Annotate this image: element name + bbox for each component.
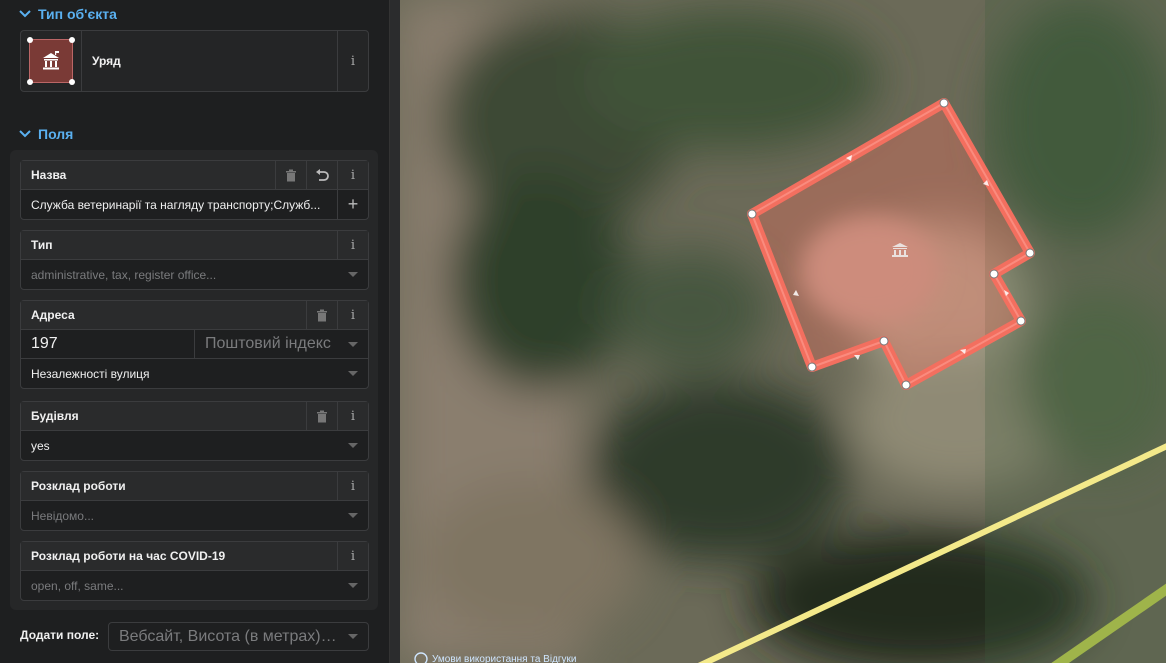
add-field-combo[interactable]: Вебсайт, Висота (в метрах), Висота над .…	[108, 622, 369, 651]
preset-list-item[interactable]: Уряд i	[20, 30, 369, 92]
chevron-down-icon	[19, 10, 31, 18]
trash-icon[interactable]	[306, 300, 337, 330]
opening-hours-input[interactable]: Невідомо...	[21, 509, 338, 523]
chevron-down-icon[interactable]	[338, 272, 368, 277]
sidebar-resizer[interactable]	[389, 0, 400, 663]
postcode-placeholder: Поштовий індекс	[205, 335, 331, 352]
satellite-imagery	[400, 0, 1166, 663]
fields-panel: Назва i Служба ветеринарії та нагляду тр…	[10, 150, 378, 610]
chevron-down-icon[interactable]	[338, 371, 368, 376]
info-icon[interactable]: i	[337, 541, 368, 571]
government-icon	[27, 37, 75, 85]
info-icon[interactable]: i	[337, 401, 368, 431]
add-localized-name-button[interactable]: +	[337, 190, 368, 219]
map-attribution[interactable]: Умови використання та Відгуки	[414, 652, 577, 663]
name-input[interactable]: Служба ветеринарії та нагляду транспорту…	[21, 198, 337, 212]
map-canvas[interactable]: Умови використання та Відгуки	[400, 0, 1166, 663]
chevron-down-icon[interactable]	[338, 443, 368, 448]
building-combo-input[interactable]: yes	[21, 439, 338, 453]
fields-section-toggle[interactable]: Поля	[18, 124, 73, 144]
preset-name[interactable]: Уряд	[82, 31, 337, 91]
preset-icon-container[interactable]	[21, 31, 82, 91]
type-combo-input[interactable]: administrative, tax, register office...	[21, 268, 338, 282]
field-opening-hours: Розклад роботи i Невідомо...	[20, 471, 369, 531]
info-icon[interactable]: i	[337, 160, 368, 190]
attribution-link[interactable]: Умови використання та Відгуки	[432, 654, 577, 663]
info-icon[interactable]: i	[337, 31, 368, 91]
globe-icon	[414, 652, 428, 663]
info-icon[interactable]: i	[337, 471, 368, 501]
preset-section-toggle[interactable]: Тип об'єкта	[18, 4, 117, 24]
chevron-down-icon[interactable]	[338, 634, 368, 639]
chevron-down-icon[interactable]	[338, 513, 368, 518]
preset-section-title: Тип об'єкта	[38, 6, 117, 22]
field-type: Тип i administrative, tax, register offi…	[20, 230, 369, 290]
chevron-down-icon	[19, 130, 31, 138]
field-address: Адреса i 197 Поштовий індекс Незалежност…	[20, 300, 369, 389]
undo-icon[interactable]	[306, 160, 337, 190]
chevron-down-icon[interactable]	[338, 341, 368, 347]
field-label: Адреса	[31, 308, 75, 322]
field-label: Будівля	[31, 409, 79, 423]
field-name: Назва i Служба ветеринарії та нагляду тр…	[20, 160, 369, 220]
fields-section-title: Поля	[38, 126, 74, 142]
postcode-input[interactable]: Поштовий індекс	[195, 330, 368, 358]
info-icon[interactable]: i	[337, 300, 368, 330]
info-icon[interactable]: i	[337, 230, 368, 260]
add-field-placeholder: Вебсайт, Висота (в метрах), Висота над .…	[119, 627, 338, 645]
field-label: Тип	[31, 238, 53, 252]
chevron-down-icon[interactable]	[338, 583, 368, 588]
housenumber-value: 197	[31, 335, 58, 352]
add-field-label: Додати поле:	[20, 628, 100, 642]
street-input[interactable]: Незалежності вулиця	[21, 367, 338, 381]
trash-icon[interactable]	[306, 401, 337, 431]
field-label: Назва	[31, 168, 67, 182]
field-label: Розклад роботи на час COVID-19	[31, 549, 226, 563]
trash-icon[interactable]	[275, 160, 306, 190]
field-covid-hours: Розклад роботи на час COVID-19 i open, o…	[20, 541, 369, 601]
covid-hours-input[interactable]: open, off, same...	[21, 579, 338, 593]
field-building: Будівля i yes	[20, 401, 369, 461]
housenumber-input[interactable]: 197	[21, 330, 195, 358]
field-label: Розклад роботи	[31, 479, 126, 493]
inspector-sidebar: Тип об'єкта Уряд i Поля Назва i Служба в…	[0, 0, 390, 663]
